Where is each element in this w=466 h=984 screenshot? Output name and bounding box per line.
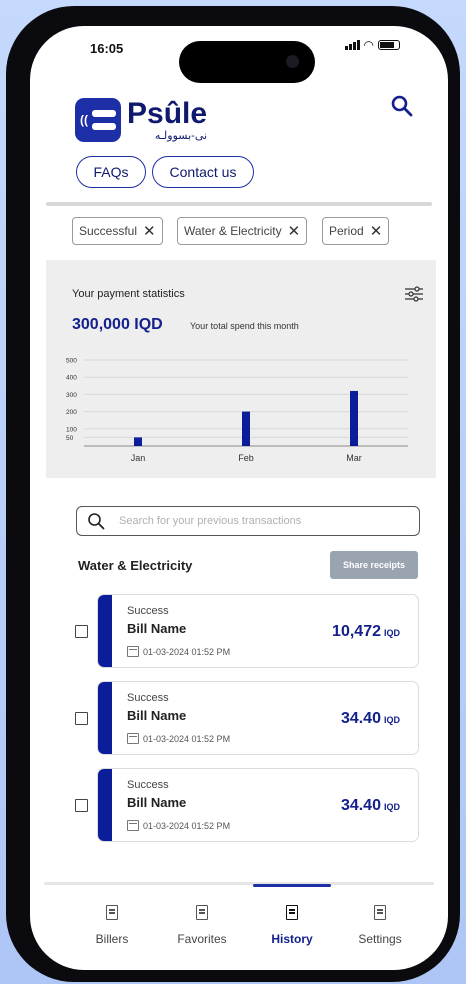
card-accent-bar [98,682,112,754]
section-title: Water & Electricity [78,558,193,573]
chart-x-tick-label: Feb [238,453,254,463]
receipt-icon [106,905,118,920]
transaction-status: Success [127,605,169,617]
chart-bar [242,411,250,446]
transaction-amount: 10,472 IQD [332,623,400,640]
share-receipts-button[interactable]: Share receipts [330,551,418,579]
header-divider [46,202,432,206]
filter-chip-period[interactable]: Period ✕ [322,217,390,245]
chart-y-tick-label: 300 [66,392,77,399]
transaction-name: Bill Name [127,708,187,723]
camera-icon [286,55,299,68]
status-icons: ◠ [344,38,400,52]
filter-chip-water-electricity[interactable]: Water & Electricity ✕ [177,217,308,245]
filter-chip-label: Successful [79,224,138,238]
calendar-icon [127,820,139,831]
nav-favorites[interactable]: Favorites [162,905,242,946]
transaction-date: 01-03-2024 01:52 PM [143,646,231,657]
filter-chip-label: Water & Electricity [184,224,282,238]
battery-icon [378,40,400,50]
chart-y-tick-label: 400 [66,375,77,382]
faqs-button[interactable]: FAQs [76,156,146,188]
brand-arabic: نى-بسوولـه [154,129,208,142]
chart-bar [134,437,142,446]
filter-chip-label: Period [329,224,364,238]
stats-title: Your payment statistics [72,288,185,300]
close-icon[interactable]: ✕ [143,224,156,239]
logo-mark-icon: (( [75,98,121,142]
contact-us-button[interactable]: Contact us [152,156,254,188]
transaction-card[interactable]: Success Bill Name 01-03-2024 01:52 PM 34… [97,681,419,755]
transaction-checkbox[interactable] [75,799,88,812]
receipt-icon [196,905,208,920]
card-accent-bar [98,769,112,841]
stats-total-amount: 300,000 IQD [72,316,163,333]
chart-y-tick-label: 500 [66,358,77,365]
signal-icon [344,40,360,50]
chart-y-tick-label: 100 [66,426,77,433]
nav-billers[interactable]: Billers [72,905,152,946]
chart-y-tick-label: 200 [66,409,77,416]
stats-subtitle: Your total spend this month [190,321,299,331]
wifi-icon: ◠ [363,38,374,52]
transaction-checkbox[interactable] [75,625,88,638]
filter-chip-successful[interactable]: Successful ✕ [72,217,163,245]
nav-history[interactable]: History [252,905,332,946]
transaction-date: 01-03-2024 01:52 PM [143,733,231,744]
transaction-card[interactable]: Success Bill Name 01-03-2024 01:52 PM 34… [97,768,419,842]
payment-bar-chart: 50 100 200 300 400 500 Jan Feb Mar [66,358,408,463]
transaction-status: Success [127,779,169,791]
payment-statistics-panel: Your payment statistics 300,000 IQD Your… [46,260,436,478]
transaction-date: 01-03-2024 01:52 PM [143,820,231,831]
search-icon[interactable] [390,94,414,118]
transaction-status: Success [127,692,169,704]
close-icon[interactable]: ✕ [288,224,301,239]
transaction-amount: 34.40 IQD [340,797,400,814]
receipt-icon [286,905,298,920]
active-tab-indicator [253,884,331,887]
phone-frame: 16:05 ◠ (( Psûle نى-بسوولـه FAQs Contact… [6,6,460,982]
calendar-icon [127,733,139,744]
dynamic-island [179,41,315,83]
chart-x-tick-label: Mar [346,453,362,463]
chart-y-tick-label: 50 [66,435,74,442]
transaction-card[interactable]: Success Bill Name 01-03-2024 01:52 PM 10… [97,594,419,668]
close-icon[interactable]: ✕ [370,224,383,239]
search-input[interactable] [119,515,389,527]
chart-bar [350,390,358,446]
card-accent-bar [98,595,112,667]
app-screen: 16:05 ◠ (( Psûle نى-بسوولـه FAQs Contact… [30,26,448,970]
transaction-checkbox[interactable] [75,712,88,725]
transaction-name: Bill Name [127,621,187,636]
chart-x-tick-label: Jan [131,453,146,463]
bottom-nav-divider [44,882,434,885]
brand-name: Psûle [127,96,208,130]
filter-sliders-icon[interactable] [404,284,424,304]
receipt-icon [374,905,386,920]
nav-settings[interactable]: Settings [340,905,420,946]
search-icon [88,513,105,530]
brand-logo: (( Psûle نى-بسوولـه [75,98,207,142]
transaction-name: Bill Name [127,795,187,810]
status-time: 16:05 [90,41,124,56]
transaction-amount: 34.40 IQD [340,710,400,727]
transaction-search[interactable] [76,506,420,536]
calendar-icon [127,646,139,657]
